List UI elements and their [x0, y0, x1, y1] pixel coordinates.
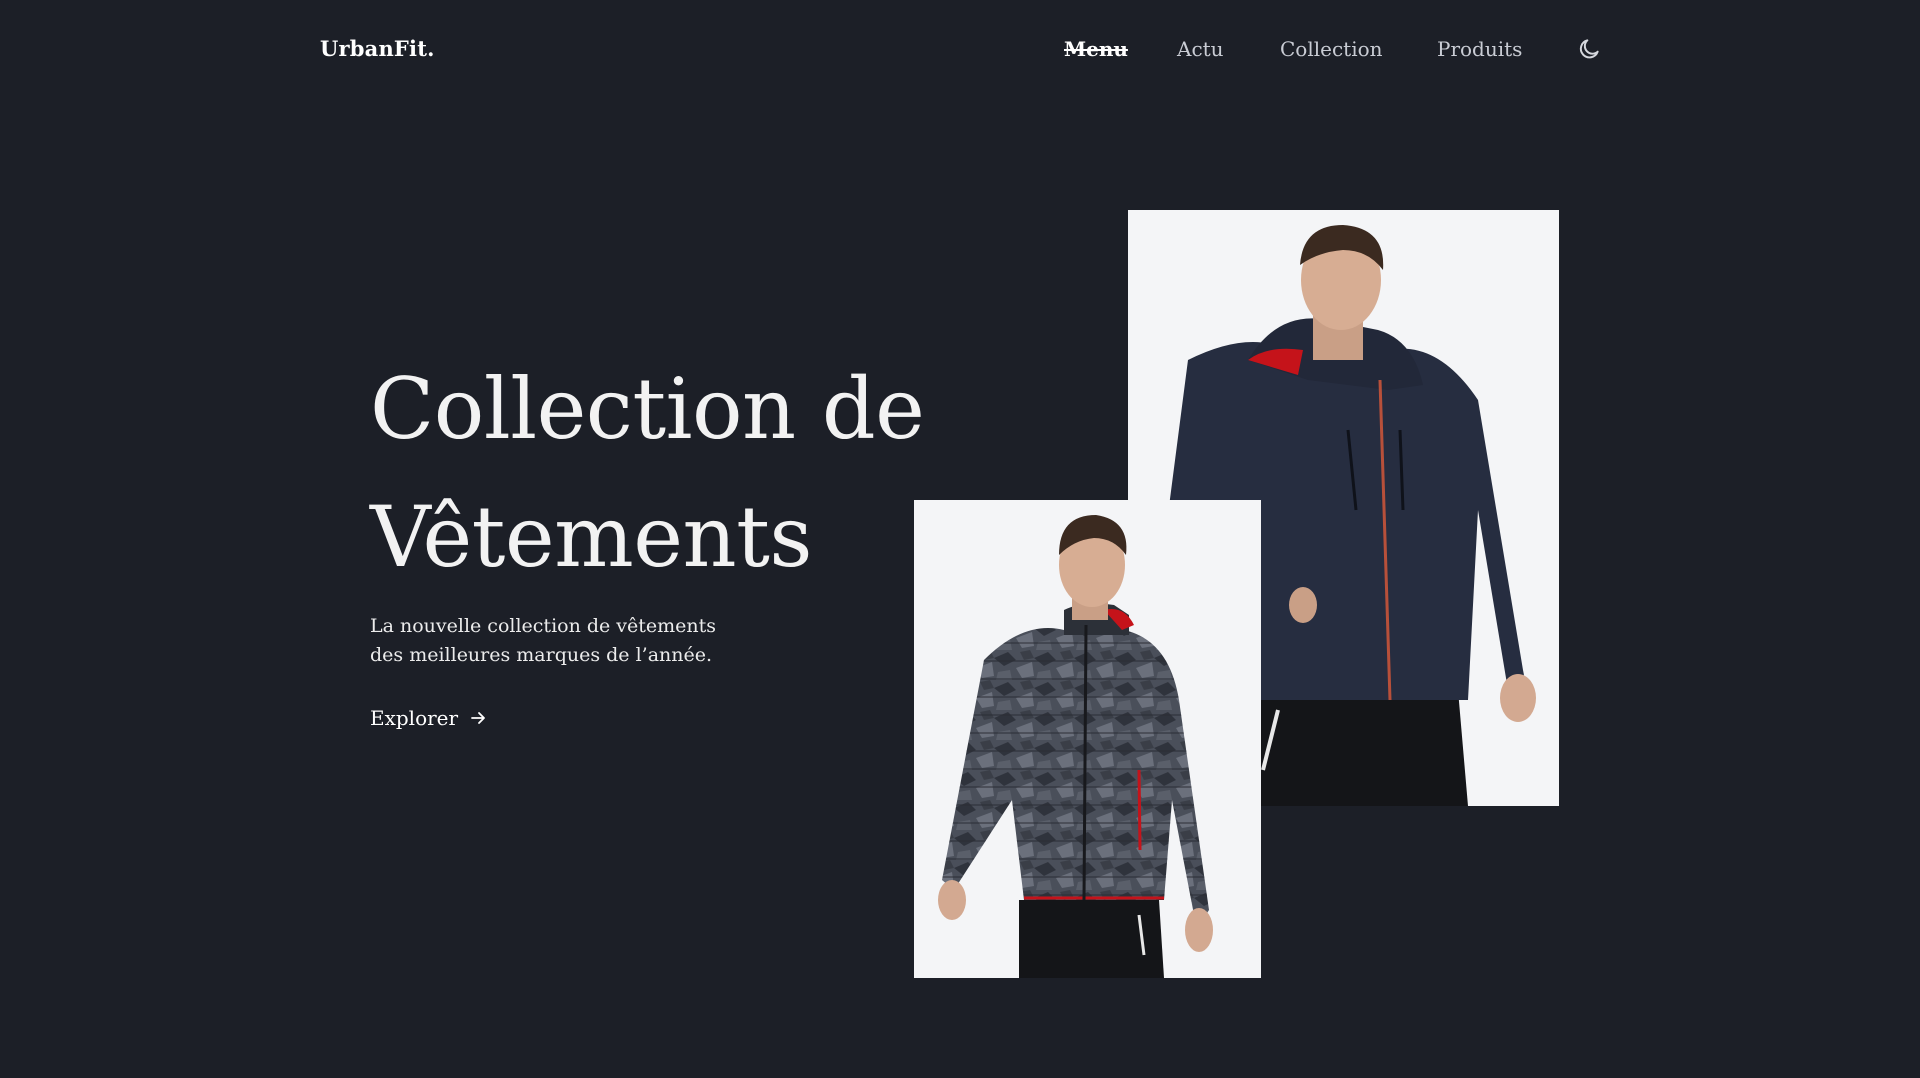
- theme-toggle-button[interactable]: [1576, 36, 1602, 62]
- nav-item-menu[interactable]: Menu: [1064, 37, 1128, 61]
- camo-jacket-photo: [914, 500, 1261, 978]
- hero-subtitle-line-1: La nouvelle collection de vêtements: [370, 615, 717, 637]
- nav-item-actu[interactable]: Actu: [1177, 37, 1224, 61]
- explore-label: Explorer: [370, 706, 459, 730]
- arrow-right-icon: [471, 712, 485, 724]
- nav-item-collection[interactable]: Collection: [1280, 37, 1383, 61]
- hero-subtitle: La nouvelle collection de vêtements des …: [370, 612, 770, 670]
- nav-item-produits[interactable]: Produits: [1437, 37, 1522, 61]
- main-nav: Menu Actu Collection Produits: [0, 37, 1920, 67]
- explore-button[interactable]: Explorer: [370, 706, 486, 730]
- hero-subtitle-line-2: des meilleures marques de l’année.: [370, 644, 713, 666]
- product-image-camo-jacket[interactable]: [914, 500, 1261, 978]
- hero-title-line-1: Collection de: [370, 360, 925, 458]
- moon-icon: [1579, 39, 1599, 59]
- site-header: UrbanFit. Menu Actu Collection Produits: [0, 0, 1920, 100]
